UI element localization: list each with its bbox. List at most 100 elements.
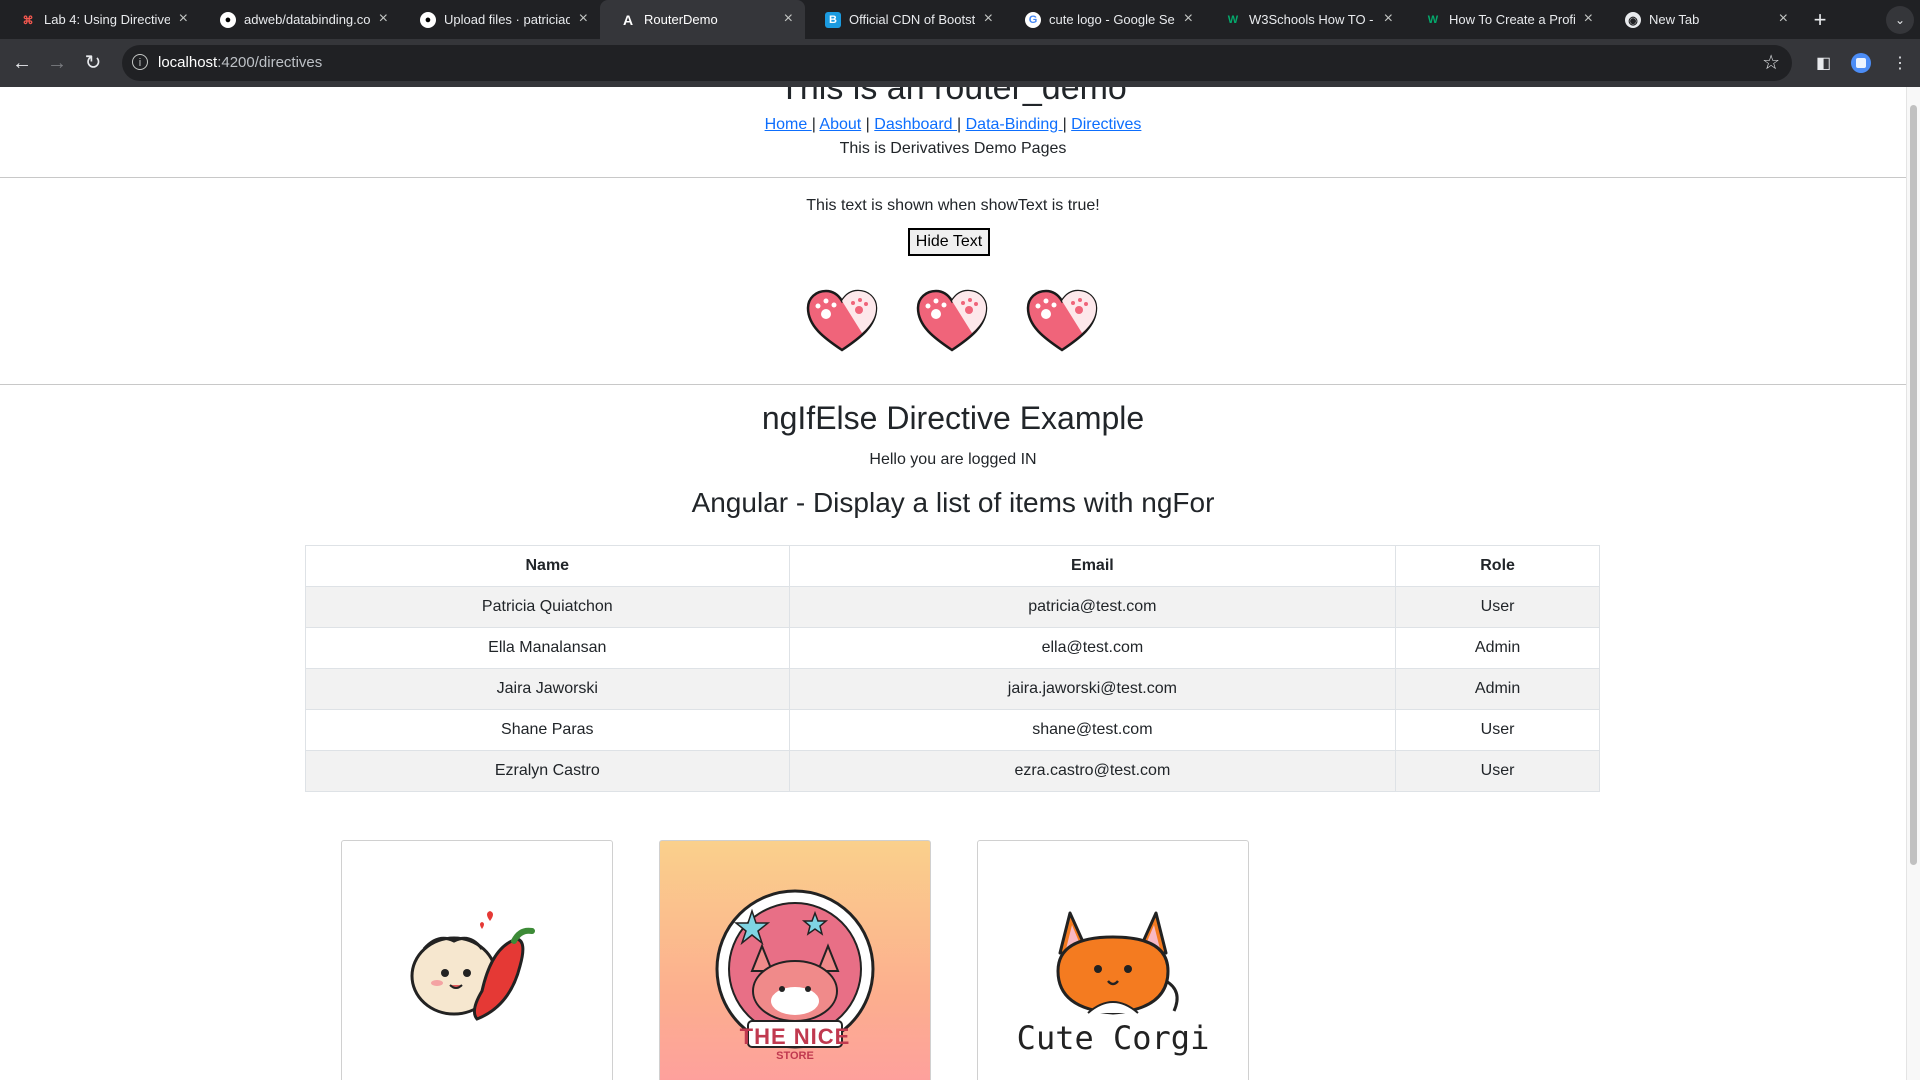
- reload-button[interactable]: ↻: [79, 49, 107, 77]
- tab-title: New Tab: [1649, 12, 1700, 27]
- header-email: Email: [788, 545, 1397, 587]
- browser-toolbar: ← → ↻ i localhost:4200/directives ☆ ◧ ⋮: [0, 39, 1920, 87]
- cell-role: User: [1395, 586, 1600, 628]
- logo-card-dumpling: [341, 840, 613, 1080]
- google-icon: G: [1025, 12, 1041, 28]
- scrollbar-thumb[interactable]: [1910, 105, 1917, 865]
- w3schools-icon: W: [1427, 14, 1439, 26]
- close-icon[interactable]: ×: [784, 10, 793, 28]
- tab-github-upload[interactable]: ● Upload files · patriciaq ×: [400, 0, 600, 39]
- more-menu-icon[interactable]: ⋮: [1892, 53, 1908, 73]
- paw-heart-icon: [916, 289, 988, 352]
- header-name: Name: [305, 545, 790, 587]
- cell-name: Shane Paras: [305, 709, 790, 751]
- bookmark-star-icon[interactable]: ☆: [1762, 50, 1780, 75]
- bootstrap-icon: B: [825, 12, 841, 28]
- login-status-text: Hello you are logged IN: [869, 451, 1037, 468]
- users-table: Name Email Role Patricia Quiatchon patri…: [305, 545, 1600, 792]
- paw-heart-icon: [1026, 289, 1098, 352]
- tab-title: W3Schools How TO - C: [1249, 12, 1375, 27]
- tab-title: Upload files · patriciaq: [444, 12, 570, 27]
- table-row: Ezralyn Castro ezra.castro@test.com User: [305, 750, 1600, 792]
- page-content: This is an router_demo Home | About | Da…: [0, 87, 1906, 1080]
- logo-text-top: THE NICE: [739, 1024, 851, 1049]
- close-icon[interactable]: ×: [379, 10, 388, 28]
- back-button[interactable]: ←: [8, 49, 36, 77]
- cell-name: Jaira Jaworski: [305, 668, 790, 710]
- nav-separator: |: [1062, 116, 1072, 133]
- profile-avatar[interactable]: [1851, 53, 1871, 73]
- side-panel-icon[interactable]: ◧: [1816, 53, 1831, 73]
- nav-directives-link[interactable]: Directives: [1071, 116, 1141, 133]
- tab-google-search[interactable]: G cute logo - Google Search ×: [1005, 0, 1205, 39]
- logo-text-bottom: STORE: [776, 1050, 814, 1062]
- angular-icon: A: [622, 12, 634, 28]
- cell-email: ezra.castro@test.com: [788, 750, 1397, 792]
- logo-card-corgi: Cute Corgi: [977, 840, 1249, 1080]
- adobe-acrobat-icon: ⌘: [22, 14, 34, 27]
- hide-text-button[interactable]: Hide Text: [908, 228, 990, 256]
- close-icon[interactable]: ×: [1779, 10, 1788, 28]
- conditional-text: This text is shown when showText is true…: [806, 197, 1100, 214]
- new-tab-button[interactable]: +: [1806, 6, 1834, 34]
- ngfor-heading: Angular - Display a list of items with n…: [691, 487, 1215, 518]
- cell-email: patricia@test.com: [788, 586, 1397, 628]
- w3schools-icon: W: [1227, 14, 1239, 26]
- tab-title: How To Create a Profile: [1449, 12, 1575, 27]
- tab-w3schools-profile[interactable]: W How To Create a Profile ×: [1405, 0, 1605, 39]
- dumpling-chili-logo: [410, 911, 535, 1021]
- table-row: Jaira Jaworski jaira.jaworski@test.com A…: [305, 668, 1600, 710]
- close-icon[interactable]: ×: [179, 10, 188, 28]
- page-scrollbar[interactable]: [1906, 87, 1920, 1080]
- tab-new-tab[interactable]: ◉ New Tab ×: [1605, 0, 1800, 39]
- cell-role: User: [1395, 750, 1600, 792]
- github-icon: ●: [220, 12, 236, 28]
- site-info-icon[interactable]: i: [132, 54, 148, 70]
- logo-card-nice-store: THE NICE STORE: [659, 840, 931, 1080]
- forward-button[interactable]: →: [43, 49, 71, 77]
- tab-routerdemo[interactable]: A RouterDemo ×: [600, 0, 805, 39]
- tab-title: cute logo - Google Search: [1049, 12, 1175, 27]
- cell-email: ella@test.com: [788, 627, 1397, 669]
- header-role: Role: [1395, 545, 1600, 587]
- tab-github-databinding[interactable]: ● adweb/databinding.com ×: [200, 0, 400, 39]
- close-icon[interactable]: ×: [984, 10, 993, 28]
- github-icon: ●: [420, 12, 436, 28]
- cell-email: shane@test.com: [788, 709, 1397, 751]
- cell-role: User: [1395, 709, 1600, 751]
- tab-title: RouterDemo: [644, 12, 718, 27]
- nav-data-binding-link[interactable]: Data-Binding: [966, 116, 1063, 133]
- tab-title: adweb/databinding.com: [244, 12, 370, 27]
- nav-links: Home | About | Dashboard | Data-Binding …: [0, 116, 1906, 134]
- tab-w3schools-howto[interactable]: W W3Schools How TO - C ×: [1205, 0, 1405, 39]
- browser-tab-strip: ⌘ Lab 4: Using Directives × ● adweb/data…: [0, 0, 1920, 39]
- tab-title: Official CDN of Bootstrap: [849, 12, 975, 27]
- tab-search-button[interactable]: ⌄: [1886, 6, 1914, 34]
- tab-lab4[interactable]: ⌘ Lab 4: Using Directives ×: [0, 0, 200, 39]
- corgi-logo-text: Cute Corgi: [1016, 1019, 1210, 1057]
- page-subtitle: This is Derivatives Demo Pages: [839, 140, 1067, 157]
- nice-store-logo-text: THE NICE: [660, 1024, 930, 1050]
- address-bar[interactable]: i localhost:4200/directives ☆: [122, 45, 1792, 81]
- table-row: Patricia Quiatchon patricia@test.com Use…: [305, 586, 1600, 628]
- close-icon[interactable]: ×: [1584, 10, 1593, 28]
- close-icon[interactable]: ×: [579, 10, 588, 28]
- divider: [0, 384, 1906, 385]
- url-text[interactable]: localhost:4200/directives: [158, 54, 322, 71]
- tab-title: Lab 4: Using Directives: [44, 12, 170, 27]
- close-icon[interactable]: ×: [1184, 10, 1193, 28]
- ngif-heading: ngIfElse Directive Example: [761, 400, 1145, 436]
- close-icon[interactable]: ×: [1384, 10, 1393, 28]
- nav-home-link[interactable]: Home: [765, 116, 812, 133]
- nav-dashboard-link[interactable]: Dashboard: [874, 116, 957, 133]
- divider: [0, 177, 1906, 178]
- table-row: Shane Paras shane@test.com User: [305, 709, 1600, 751]
- cell-name: Patricia Quiatchon: [305, 586, 790, 628]
- paw-heart-icon: [806, 289, 878, 352]
- page-title: This is an router_demo: [779, 87, 1127, 107]
- nav-about-link[interactable]: About: [819, 116, 861, 133]
- nav-separator: |: [957, 116, 966, 133]
- nice-store-logo-subtext: STORE: [660, 1050, 930, 1062]
- tab-bootstrap-cdn[interactable]: B Official CDN of Bootstrap ×: [805, 0, 1005, 39]
- cell-role: Admin: [1395, 627, 1600, 669]
